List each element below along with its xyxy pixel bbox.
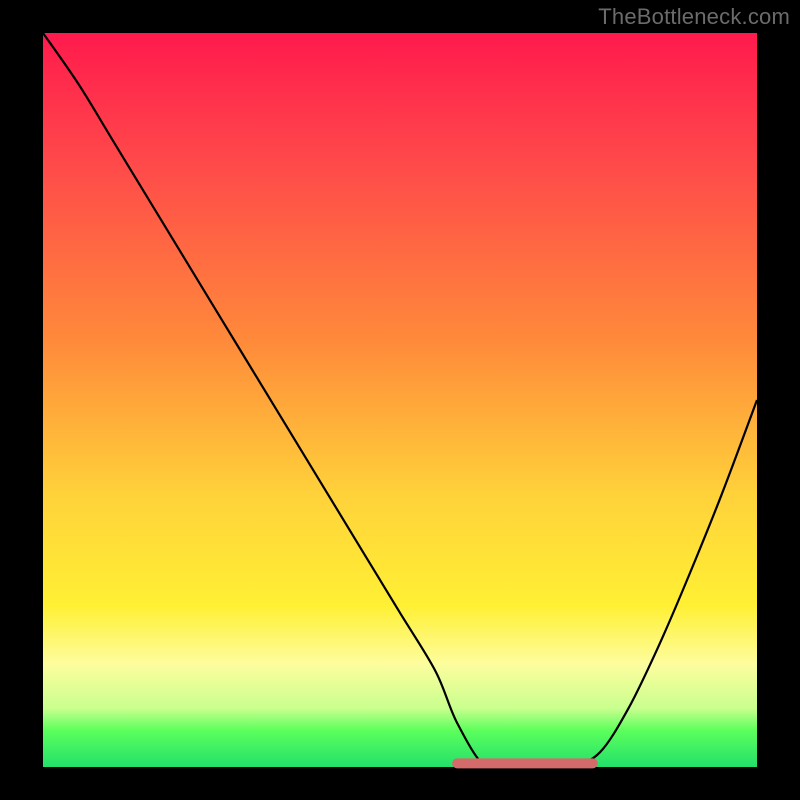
chart-svg [43,33,757,767]
attribution-label: TheBottleneck.com [598,4,790,30]
plot-area [43,33,757,767]
bottleneck-curve [43,33,757,770]
chart-frame: TheBottleneck.com [0,0,800,800]
